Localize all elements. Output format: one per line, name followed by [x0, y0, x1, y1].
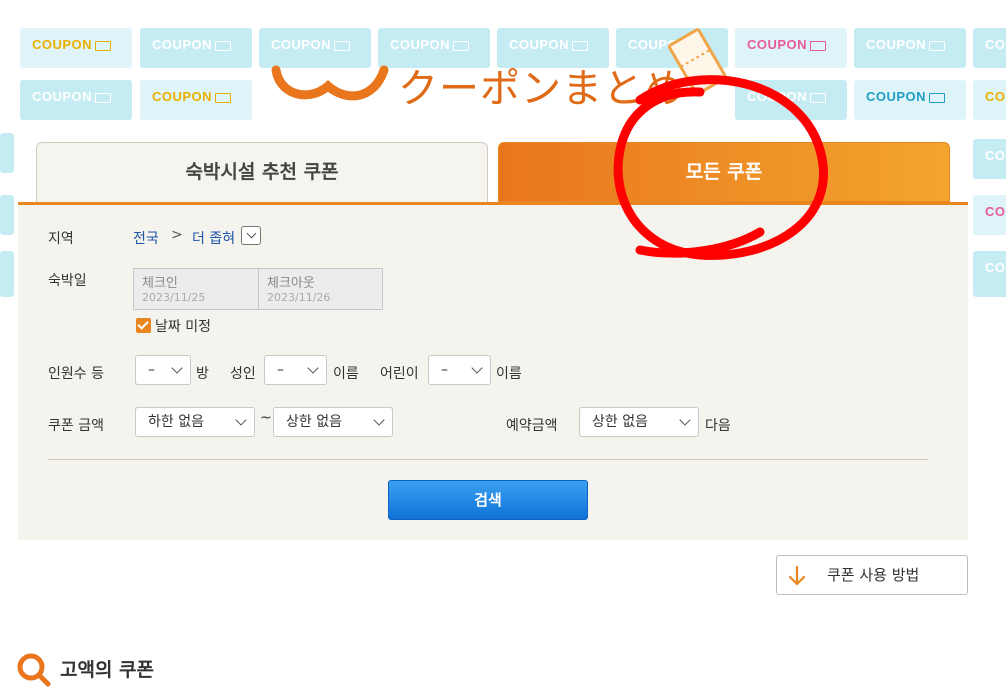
- rooms-select[interactable]: –: [135, 355, 191, 385]
- booking-amount-suffix: 다음: [705, 418, 731, 434]
- chevron-down-icon: [171, 362, 183, 374]
- search-icon: [17, 653, 51, 687]
- region-expand-button[interactable]: [241, 226, 261, 245]
- stay-date-label: 숙박일: [48, 273, 87, 289]
- coupon-tile: [0, 133, 14, 173]
- children-value: –: [441, 362, 448, 378]
- booking-amount-value: 상한 없음: [592, 414, 648, 430]
- search-button[interactable]: 검색: [388, 480, 588, 520]
- coupon-max-select[interactable]: 상한 없음: [273, 407, 393, 437]
- down-arrow-icon: [788, 565, 806, 586]
- region-narrow-link[interactable]: 더 좁혀: [192, 228, 235, 248]
- guests-label: 인원수 등: [48, 366, 104, 382]
- coupon-tile: COUPON: [140, 28, 252, 68]
- coupon-tile: COUPON: [854, 28, 966, 68]
- coupon-tile: COUPON: [735, 28, 847, 68]
- children-select[interactable]: –: [428, 355, 491, 385]
- coupon-min-select[interactable]: 하한 없음: [135, 407, 255, 437]
- coupon-tile: COUPON: [20, 80, 132, 120]
- chevron-down-icon: [235, 414, 247, 426]
- coupon-tile: COUPON: [20, 28, 132, 68]
- checkin-date: 2023/11/25: [142, 291, 206, 304]
- checkout-date: 2023/11/26: [267, 291, 331, 304]
- chevron-down-icon: [679, 414, 691, 426]
- checkin-title: 체크인: [142, 276, 178, 291]
- coupon-amount-label: 쿠폰 금액: [48, 418, 104, 434]
- coupon-min-value: 하한 없음: [148, 414, 204, 430]
- adults-select[interactable]: –: [264, 355, 327, 385]
- coupon-tile: [0, 195, 14, 235]
- coupon-tile: COUPON: [973, 139, 1006, 179]
- rooms-value: –: [148, 362, 155, 378]
- chevron-down-icon: [373, 414, 385, 426]
- coupon-tile: COUPON: [854, 80, 966, 120]
- checkout-title: 체크아웃: [267, 276, 315, 291]
- section-title: 고액의 쿠폰: [60, 659, 155, 681]
- logo-mark-icon: [271, 65, 389, 101]
- adults-unit: 이름: [333, 366, 359, 382]
- range-tilde: ~: [260, 410, 272, 426]
- chevron-down-icon: [471, 362, 483, 374]
- checkout-field[interactable]: 체크아웃 2023/11/26: [258, 268, 383, 310]
- adults-label: 성인: [230, 366, 256, 382]
- coupon-tile: [0, 251, 14, 297]
- coupon-howto-label: 쿠폰 사용 방법: [827, 566, 920, 584]
- chevron-down-icon: [246, 228, 257, 239]
- coupon-tile: COUPON: [140, 80, 252, 120]
- coupon-max-value: 상한 없음: [286, 414, 342, 430]
- chevron-down-icon: [307, 362, 319, 374]
- coupon-tile: COUPON: [973, 80, 1006, 120]
- rooms-unit: 방: [196, 366, 209, 382]
- coupon-tile: COUPON: [973, 28, 1006, 68]
- site-logo[interactable]: クーポンまとめ: [270, 28, 740, 118]
- children-label: 어린이: [380, 366, 419, 382]
- date-undecided-checkbox[interactable]: [136, 318, 151, 333]
- date-undecided-label[interactable]: 날짜 미정: [155, 316, 211, 336]
- region-separator: >: [171, 227, 183, 243]
- coupon-tile: COUPON: [973, 195, 1006, 235]
- coupon-howto-button[interactable]: 쿠폰 사용 방법: [776, 555, 968, 595]
- tab-recommended-hotel-coupons[interactable]: 숙박시설 추천 쿠폰: [36, 142, 488, 202]
- coupon-tile: COUPON: [973, 251, 1006, 297]
- booking-amount-label: 예약금액: [506, 418, 558, 434]
- form-divider: [48, 459, 928, 460]
- logo-text: クーポンまとめ: [398, 66, 685, 112]
- region-link[interactable]: 전국: [133, 228, 159, 248]
- region-label: 지역: [48, 231, 74, 247]
- ticket-icon: [667, 28, 727, 96]
- booking-amount-select[interactable]: 상한 없음: [579, 407, 699, 437]
- checkin-field[interactable]: 체크인 2023/11/25: [133, 268, 259, 310]
- tab-all-coupons[interactable]: 모든 쿠폰: [498, 142, 950, 202]
- children-unit: 이름: [496, 366, 522, 382]
- coupon-tile: COUPON: [735, 80, 847, 120]
- adults-value: –: [277, 362, 284, 378]
